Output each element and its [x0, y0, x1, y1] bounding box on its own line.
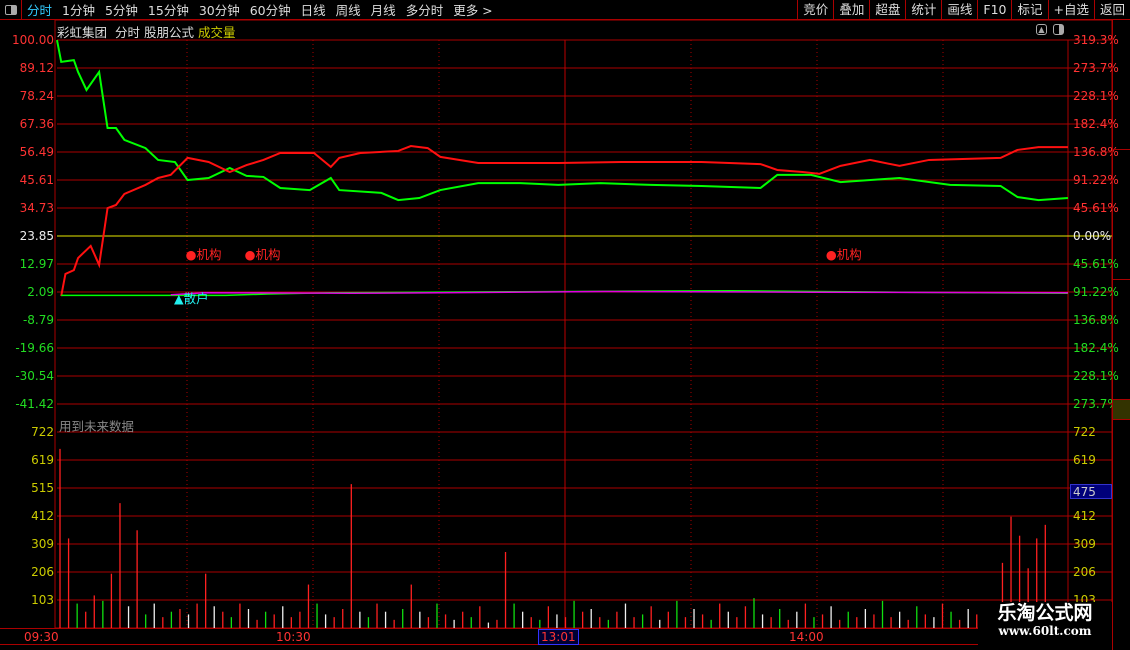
- time-label: 14:00: [789, 630, 824, 644]
- institution-marker: ●机构: [244, 247, 281, 262]
- volume-axis-label: 309: [1073, 537, 1096, 551]
- volume-axis-label: 412: [31, 509, 54, 523]
- watermark-name: 乐淘公式网: [997, 602, 1093, 624]
- price-axis-label: 23.85: [19, 229, 54, 243]
- right-side-panel[interactable]: [1112, 20, 1130, 650]
- time-label: 09:30: [24, 630, 59, 644]
- price-axis-label: -8.79: [22, 313, 54, 327]
- price-axis-label: 34.73: [19, 201, 54, 215]
- price-axis-label: 56.49: [19, 145, 54, 159]
- price-axis-label: 78.24: [19, 89, 54, 103]
- percent-axis-label: 0.00%: [1073, 229, 1112, 243]
- price-axis-label: 2.09: [27, 285, 54, 299]
- volume-axis-label: 309: [31, 537, 54, 551]
- side-panel-section: [1113, 20, 1130, 150]
- volume-axis-label: 412: [1073, 509, 1096, 523]
- institution-marker: ●机构: [185, 247, 222, 262]
- retail-marker: ▲散户: [174, 291, 209, 306]
- time-axis: 09:30 10:30 13:01 14:00: [0, 628, 1112, 645]
- side-panel-section: [1113, 150, 1130, 280]
- institution-marker: ●机构: [825, 247, 862, 262]
- future-data-warning: 用到未来数据: [59, 419, 135, 434]
- time-label: 10:30: [276, 630, 311, 644]
- price-axis-label: 89.12: [19, 61, 54, 75]
- volume-axis-label: 722: [31, 425, 54, 439]
- price-axis-label: 45.61: [19, 173, 54, 187]
- side-panel-section: [1113, 400, 1130, 420]
- price-axis-label: -30.54: [15, 369, 54, 383]
- volume-axis-label: 103: [31, 593, 54, 607]
- volume-axis-label: 206: [1073, 565, 1096, 579]
- side-panel-section: [1113, 280, 1130, 400]
- price-axis-label: 67.36: [19, 117, 54, 131]
- time-cursor-label: 13:01: [538, 629, 579, 645]
- volume-axis-label: 206: [31, 565, 54, 579]
- volume-axis-label: 619: [31, 453, 54, 467]
- price-axis-label: -41.42: [15, 397, 54, 411]
- chart-frame: [54, 19, 1113, 629]
- watermark-url: www.60lt.com: [998, 624, 1092, 638]
- intraday-chart[interactable]: [0, 0, 1130, 650]
- volume-axis-label: 619: [1073, 453, 1096, 467]
- volume-axis-label: 722: [1073, 425, 1096, 439]
- price-axis-label: 100.00: [12, 33, 54, 47]
- price-axis-label: 12.97: [19, 257, 54, 271]
- price-axis-label: -19.66: [15, 341, 54, 355]
- green-price-line: [56, 39, 1069, 202]
- volume-cursor-value: 475: [1070, 484, 1112, 499]
- volume-axis-label: 515: [31, 481, 54, 495]
- watermark-logo: 乐淘公式网 www.60lt.com: [978, 602, 1112, 646]
